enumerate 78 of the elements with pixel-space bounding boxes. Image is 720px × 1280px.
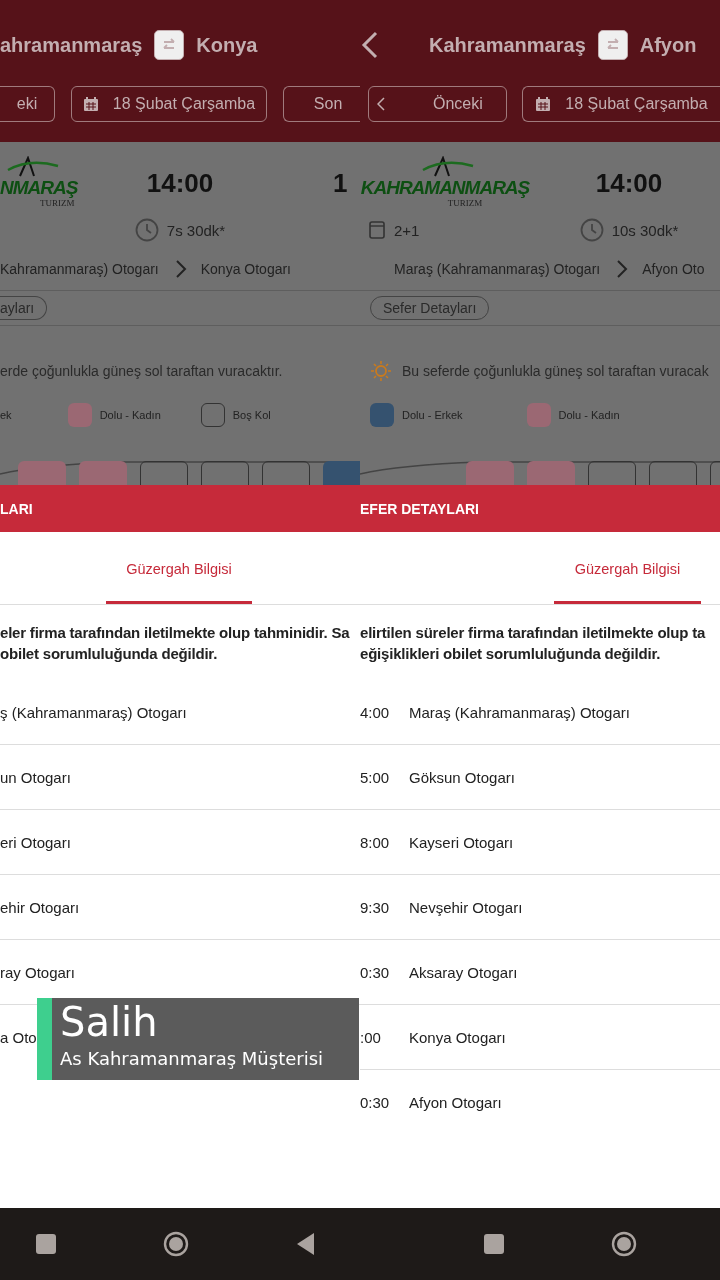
stop-time: 8:00 [360,833,391,851]
caption-name: Salih [60,998,159,1046]
destination-station: Afyon Oto [642,261,705,277]
origin-station: Kahramanmaraş) Otogarı [0,261,159,277]
date-button[interactable]: 18 Şubat Çarşamba [71,86,267,122]
stop-time: :00 [360,1028,382,1046]
sheet-title: LARI [0,485,360,532]
route-info-tab[interactable]: Güzergah Bilgisi [106,532,252,604]
seat-icon [368,220,386,240]
stop-name: ş (Kahramanmaraş) Otogarı [0,703,187,721]
stop-name: a Oto [0,1028,37,1046]
stop-name: Göksun Otogarı [409,768,515,786]
departure-time: 14:00 [594,166,664,200]
stop-name: Afyon Otogarı [409,1093,502,1111]
stop-name: Maraş (Kahramanmaraş) Otogarı [409,703,630,721]
origin-city: Kahramanmaraş [429,33,586,57]
legend-label: Boş Kol [232,409,271,421]
stop-time: 5:00 [360,768,391,786]
trip-duration: 7s 30dk* [166,221,226,239]
swap-button[interactable] [154,30,185,60]
home-icon[interactable] [611,1231,637,1257]
departure-time: 14:00 [145,166,215,200]
legend-label: Dolu - Kadın [558,409,620,421]
legend-label: Dolu - Erkek [402,409,463,421]
previous-day-button[interactable]: eki [0,86,56,122]
next-day-button[interactable]: Son [282,86,360,122]
home-icon[interactable] [163,1231,189,1257]
stop-name: ehir Otogarı [0,898,80,916]
stop-time: 9:30 [360,898,391,916]
recents-icon[interactable] [481,1231,507,1257]
disclaimer-text: eler firma tarafından iletilmekte olup tahminidir. Sa obilet sorumluluğunda değildir. [0,623,351,664]
logo-subtext: TURIZM [447,198,483,208]
stop-time: 0:30 [360,963,391,981]
chevron-right-icon [174,259,187,279]
previous-day-button[interactable]: Önceki [368,86,507,122]
logo-subtext: TURIZM [40,198,75,208]
stop-time: 0:30 [360,1093,391,1111]
clock-icon [134,218,159,242]
arrival-time: 1 [332,166,349,200]
stop-name: ray Otogarı [0,963,76,981]
sheet-title: EFER DETAYLARI [360,485,720,532]
trip-card[interactable]: KAHRAMANMARAŞ TURIZM 14:00 2+1 10s 30dk* Maraş (Kahramanmaraş) Otogarı Afyon Oto Sefer Detayları Bu seferde çoğunlukla güneş sol taraftan vuracak Dolu - Erkek Dolu - Kadın [360,142,720,485]
chevron-right-icon [616,259,629,279]
stop-name: Nevşehir Otogarı [409,898,523,916]
stop-name: un Otogarı [0,768,71,786]
sun-notice: erde çoğunlukla güneş sol taraftan vuracaktır. [0,363,283,379]
legend-swatch [370,403,394,427]
destination-station: Konya Otogarı [200,261,291,277]
trip-card[interactable]: NMARAŞ TURIZM 14:00 1 7s 30dk* Kahramanmaraş) Otogarı Konya Otogarı ayları erde çoğunlukla güneş sol taraftan vuracaktır. ek Dolu - Kadın Boş Kol [0,142,360,485]
sun-notice: Bu seferde çoğunlukla güneş sol taraftan vuracak [402,363,709,379]
seat-layout: 2+1 [394,221,420,239]
stop-time: 4:00 [360,703,391,721]
stop-name: eri Otogarı [0,833,71,851]
stop-name: Kayseri Otogarı [409,833,514,851]
legend-label: Dolu - Kadın [99,409,161,421]
trip-duration: 10s 30dk* [611,221,679,239]
disclaimer-text: elirtilen süreler firma tarafından iletilmekte olup ta eğişiklikleri obilet sorumluluğunda değildir. [360,623,707,664]
logo-text: NMARAŞ [0,178,78,198]
legend-swatch [526,403,551,427]
origin-station: Maraş (Kahramanmaraş) Otogarı [394,261,601,277]
route-info-tab[interactable]: Güzergah Bilgisi [554,532,701,604]
stop-name: Aksaray Otogarı [409,963,518,981]
recents-icon[interactable] [33,1231,59,1257]
logo-text: KAHRAMANMARAŞ [360,178,530,198]
date-button[interactable]: 18 Şubat Çarşamba [522,86,720,122]
origin-city: ahramanmaraş [0,33,143,57]
swap-button[interactable] [597,30,628,60]
caption-subtitle: As Kahramanmaraş Müşterisi [60,1047,325,1071]
destination-city: Konya [196,33,258,57]
back-icon[interactable] [360,30,380,60]
destination-city: Afyon [639,33,697,57]
calendar-icon [82,96,99,112]
legend-label: ek [0,409,12,421]
clock-icon [579,218,604,242]
legend-swatch [67,403,92,427]
stop-name: Konya Otogarı [409,1028,506,1046]
calendar-icon [535,96,552,112]
legend-swatch [200,403,225,427]
